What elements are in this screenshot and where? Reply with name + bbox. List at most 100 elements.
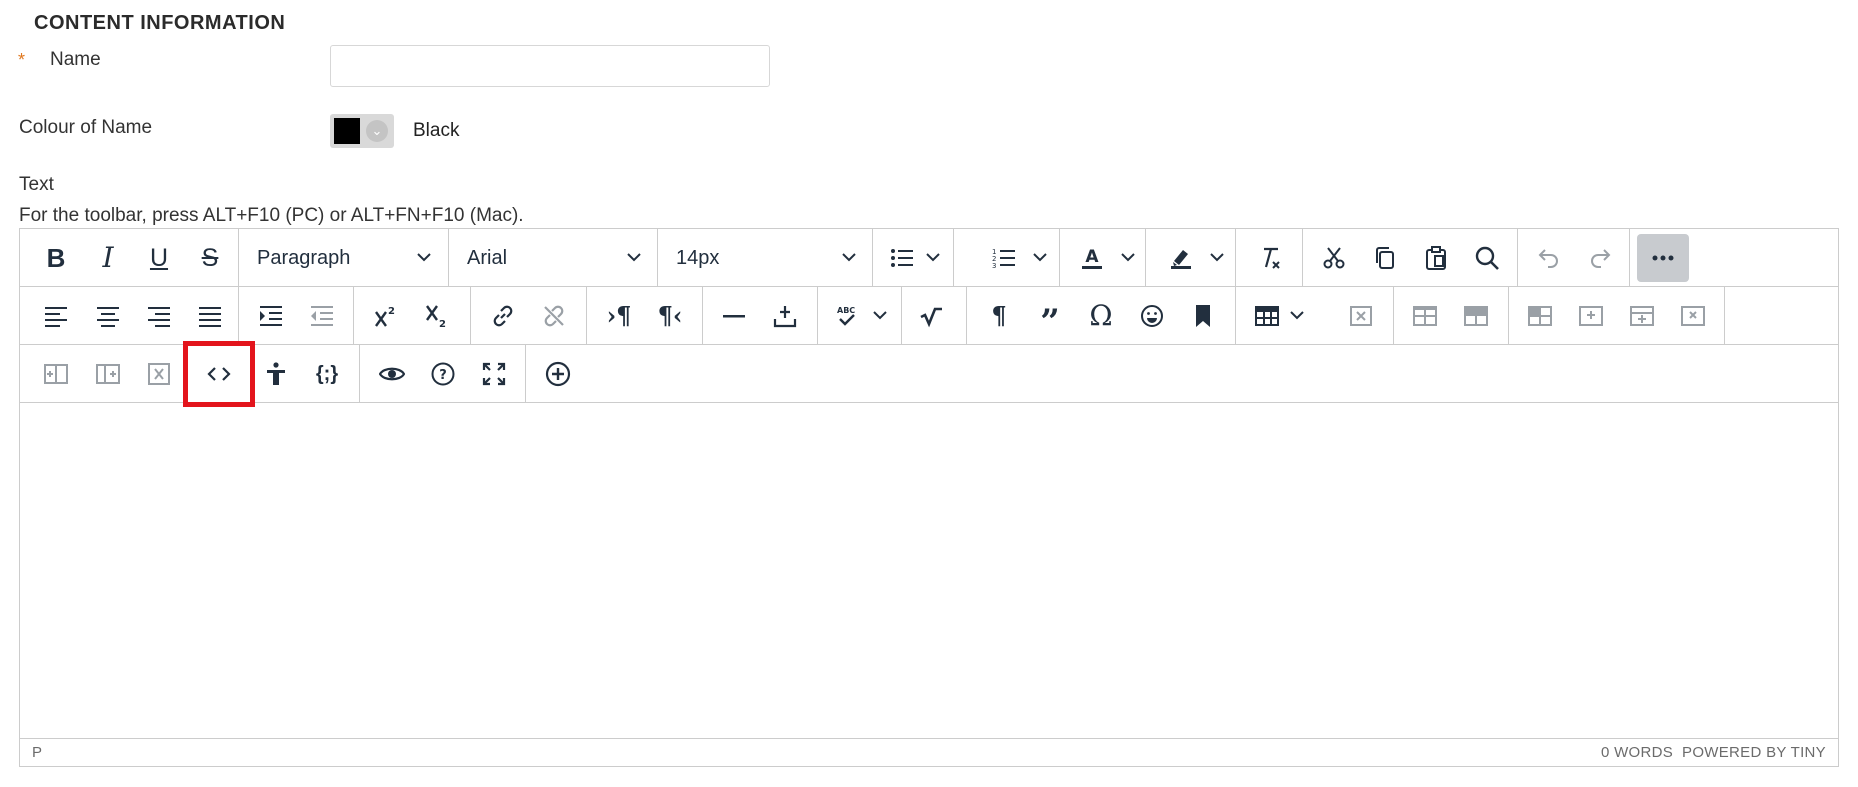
insert-column-after-icon [96, 364, 120, 384]
horizontal-line-button[interactable] [710, 292, 758, 340]
find-replace-button[interactable] [1463, 234, 1511, 282]
table-button[interactable] [1243, 292, 1291, 340]
toolbar-divider [1393, 287, 1394, 344]
bullet-list-icon [891, 249, 913, 267]
template-variables-button[interactable]: {;} [303, 350, 351, 398]
toolbar-divider [1059, 229, 1060, 286]
delete-column-button[interactable] [135, 350, 183, 398]
text-color-button[interactable]: A [1068, 234, 1116, 282]
delete-column-icon [148, 363, 170, 385]
strikethrough-button[interactable]: S [186, 234, 234, 282]
insert-column-before-button[interactable] [32, 350, 80, 398]
help-button[interactable]: ? [419, 350, 467, 398]
ltr-icon: ›¶ [606, 301, 632, 330]
insert-link-button[interactable] [479, 292, 527, 340]
element-path[interactable]: P [32, 744, 42, 761]
numbered-list-button[interactable]: 123 [980, 234, 1028, 282]
fullscreen-button[interactable] [470, 350, 518, 398]
superscript-button[interactable]: 2 [362, 292, 410, 340]
insert-row-after-button[interactable] [1618, 292, 1666, 340]
toolbar-divider [702, 287, 703, 344]
delete-table-icon [1350, 306, 1372, 326]
block-format-select[interactable]: Paragraph [239, 234, 447, 282]
more-tools-button[interactable] [1637, 234, 1689, 282]
svg-text:?: ? [439, 368, 447, 383]
bold-button[interactable]: B [32, 234, 80, 282]
clear-formatting-button[interactable] [1246, 234, 1294, 282]
delete-row-icon [1681, 306, 1705, 326]
bullet-list-button[interactable] [878, 234, 926, 282]
table-row-props-button[interactable] [1401, 292, 1449, 340]
highlighter-icon [1171, 250, 1191, 269]
scissors-icon [1323, 247, 1345, 269]
align-right-button[interactable] [135, 292, 183, 340]
section-title: CONTENT INFORMATION [34, 12, 286, 34]
align-left-button[interactable] [32, 292, 80, 340]
name-label: Name [50, 49, 101, 70]
spellcheck-button[interactable]: ABC [823, 292, 871, 340]
math-equation-button[interactable] [907, 292, 955, 340]
help-icon: ? [431, 362, 455, 386]
font-size-select[interactable]: 14px [658, 234, 872, 282]
indent-button[interactable] [247, 292, 295, 340]
merge-cells-button[interactable] [1516, 292, 1564, 340]
block-format-value: Paragraph [257, 246, 351, 269]
subscript-icon: 2 [426, 305, 446, 329]
colour-picker[interactable]: ⌄ [330, 114, 394, 148]
special-character-button[interactable]: Ω [1077, 292, 1125, 340]
outdent-button[interactable] [298, 292, 346, 340]
underline-button[interactable]: U [135, 234, 183, 282]
colour-swatch [334, 118, 360, 144]
subscript-button[interactable]: 2 [413, 292, 461, 340]
justify-button[interactable] [186, 292, 234, 340]
pilcrow-icon: ¶ [991, 301, 1007, 330]
italic-icon: I [102, 241, 114, 274]
copy-button[interactable] [1361, 234, 1409, 282]
emoticons-button[interactable] [1128, 292, 1176, 340]
toolbar-divider [1517, 229, 1518, 286]
chevron-down-icon[interactable] [871, 306, 889, 324]
delete-row-button[interactable] [1669, 292, 1717, 340]
page-break-button[interactable] [761, 292, 809, 340]
more-icon [1652, 255, 1674, 261]
redo-button[interactable] [1576, 234, 1624, 282]
toolbar-divider [1145, 229, 1146, 286]
toolbar-divider [817, 287, 818, 344]
name-input[interactable] [330, 45, 770, 87]
superscript-icon: 2 [375, 306, 395, 327]
source-code-button[interactable] [183, 341, 255, 407]
chevron-down-icon[interactable] [1288, 306, 1306, 324]
word-count[interactable]: 0 WORDS [1601, 744, 1673, 761]
align-center-button[interactable] [84, 292, 132, 340]
rtl-button[interactable]: ¶‹ [646, 292, 694, 340]
ltr-button[interactable]: ›¶ [595, 292, 643, 340]
chevron-down-icon[interactable] [924, 248, 942, 266]
font-family-value: Arial [467, 246, 508, 269]
toolbar-divider [359, 345, 360, 402]
delete-table-button[interactable] [1337, 292, 1385, 340]
blockquote-button[interactable]: ” [1026, 292, 1074, 340]
font-family-select[interactable]: Arial [449, 234, 657, 282]
chevron-down-icon[interactable] [1119, 248, 1137, 266]
chevron-down-icon[interactable] [1031, 248, 1049, 266]
accessibility-checker-button[interactable] [252, 350, 300, 398]
preview-button[interactable] [368, 350, 416, 398]
bold-icon: B [46, 242, 66, 273]
powered-by-link[interactable]: POWERED BY TINY [1682, 744, 1826, 761]
show-blocks-button[interactable]: ¶ [975, 292, 1023, 340]
cut-button[interactable] [1310, 234, 1358, 282]
add-content-button[interactable] [534, 350, 582, 398]
highlight-color-button[interactable] [1157, 234, 1205, 282]
paste-button[interactable] [1412, 234, 1460, 282]
table-cell-props-button[interactable] [1452, 292, 1500, 340]
chevron-down-icon[interactable] [1208, 248, 1226, 266]
insert-row-before-button[interactable] [1567, 292, 1615, 340]
editor-content-area[interactable] [20, 403, 1838, 738]
chevron-down-icon [417, 253, 431, 262]
italic-button[interactable]: I [84, 234, 132, 282]
align-left-icon [45, 307, 67, 327]
insert-column-after-button[interactable] [84, 350, 132, 398]
unlink-button[interactable] [530, 292, 578, 340]
undo-button[interactable] [1525, 234, 1573, 282]
anchor-button[interactable] [1179, 292, 1227, 340]
